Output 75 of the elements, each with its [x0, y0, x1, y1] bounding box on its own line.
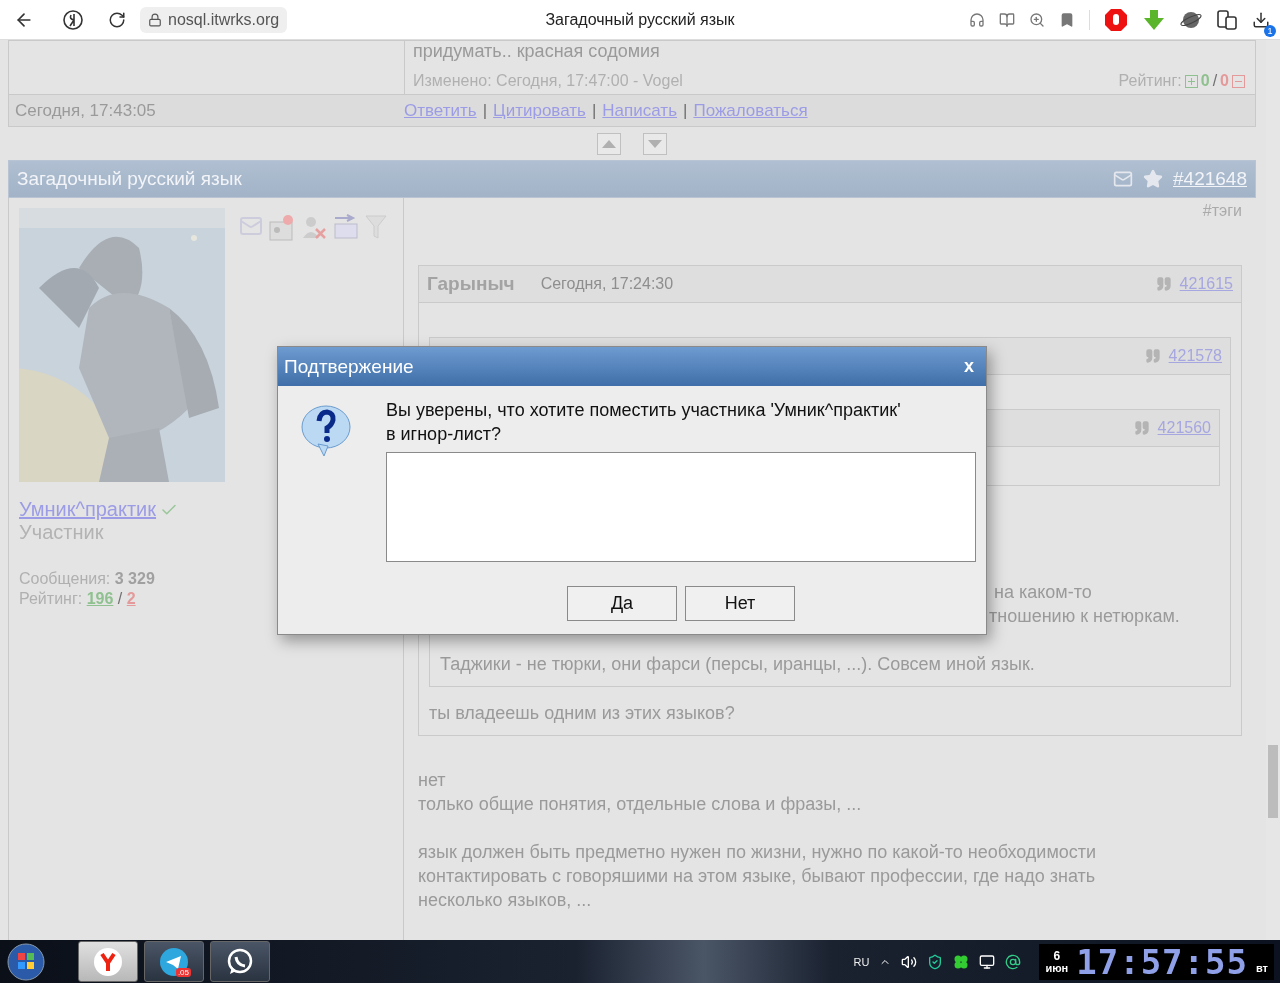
post-number-link[interactable]: #421648 — [1173, 168, 1247, 190]
app-badge: .05 — [175, 968, 191, 977]
rating-separator: / — [1212, 72, 1218, 90]
link-separator: | — [482, 100, 488, 121]
quote-link[interactable]: 421560 — [1157, 419, 1211, 437]
clover-icon[interactable] — [953, 953, 970, 970]
no-button[interactable]: Нет — [685, 586, 795, 621]
stop-sign-icon[interactable] — [1104, 7, 1128, 32]
rating-plus: 0 — [1200, 72, 1210, 90]
quote-icon — [1133, 420, 1150, 436]
taskbar-app[interactable] — [210, 941, 270, 982]
download-arrow-icon[interactable] — [1142, 7, 1166, 32]
mail-client-icon[interactable] — [1005, 953, 1022, 970]
yandex-icon[interactable] — [62, 8, 84, 31]
messages-count: 3 329 — [114, 570, 155, 587]
page-title: Загадочный русский язык — [545, 10, 735, 29]
quote-text: Таджики - не тюрки, они фарси (персы, иранцы, ...). Совсем иной язык. — [440, 653, 1036, 676]
zoom-icon[interactable] — [1029, 11, 1045, 28]
reload-icon[interactable] — [108, 10, 126, 29]
rating-minus-link[interactable]: 2 — [126, 590, 136, 607]
reader-icon[interactable] — [999, 11, 1015, 28]
star-icon[interactable] — [1143, 169, 1164, 189]
quote-text: ты владеешь одним из этих языков? — [429, 702, 736, 725]
taskbar-app[interactable]: .05 — [144, 941, 204, 982]
rating-plus-link[interactable]: 196 — [86, 590, 114, 607]
extensions-icon[interactable] — [1216, 8, 1238, 31]
quote-link[interactable]: 421578 — [1168, 347, 1222, 365]
volume-icon[interactable] — [901, 953, 918, 970]
clock-time: 17:57:55 — [1076, 941, 1248, 982]
dialog-title: Подтвержение — [284, 355, 415, 378]
headphones-icon[interactable] — [969, 11, 985, 28]
quote-link[interactable]: 421615 — [1179, 275, 1233, 293]
reply-text: нет только общие понятия, отдельные слова и фразы, ... — [418, 769, 863, 816]
url-text: nosql.itwrks.org — [168, 10, 280, 29]
shield-icon[interactable] — [927, 953, 944, 970]
question-icon — [300, 404, 352, 458]
post-title: Загадочный русский язык — [17, 168, 243, 190]
yes-button[interactable]: Да — [567, 586, 677, 621]
lock-icon — [148, 12, 162, 27]
quote-text: на каком-то — [994, 581, 1092, 604]
clock-month: июн — [1045, 961, 1069, 974]
reason-field[interactable] — [386, 452, 976, 562]
telegram-icon — [159, 946, 189, 977]
dialog-message: Вы уверены, что хотите поместить участника 'Умник^практик' в игнор-лист? — [386, 399, 902, 446]
link-separator: | — [591, 100, 597, 121]
clock-day: 6 — [1053, 949, 1061, 962]
link-separator: | — [683, 100, 688, 121]
start-button[interactable] — [6, 941, 46, 982]
username-link[interactable]: Умник^практик — [19, 498, 157, 521]
action-link[interactable]: Написать — [602, 100, 677, 121]
quote-text: тношению к нетюркам. — [989, 605, 1180, 628]
action-link[interactable]: Пожаловаться — [693, 100, 808, 121]
clock-weekday: вт — [1256, 961, 1268, 974]
post-text: придумать.. красная содомия — [413, 41, 661, 62]
quote-date: Сегодня, 17:24:30 — [540, 275, 675, 293]
network-icon[interactable] — [979, 953, 996, 970]
reply-text: язык должен быть предметно нужен по жизни, нужно по какой-то необходимости контактировать с говоряшими на этом языке, бывают профессии, где надо знать несколько языков, ... — [418, 841, 1098, 912]
rating-minus: 0 — [1220, 72, 1229, 90]
yandex-icon — [93, 946, 123, 977]
close-button[interactable]: x — [960, 356, 978, 377]
address-bar[interactable]: nosql.itwrks.org — [140, 6, 288, 33]
quote-author: Гарыныч — [427, 273, 515, 295]
tags-link[interactable]: #тэги — [1202, 202, 1242, 220]
download-icon[interactable] — [1252, 10, 1270, 29]
action-link[interactable]: Ответить — [404, 100, 477, 121]
language-indicator[interactable]: RU — [853, 955, 870, 968]
quote-icon — [1155, 276, 1172, 292]
whatsapp-icon — [225, 946, 255, 977]
taskbar-app[interactable] — [78, 941, 138, 982]
bookmark-icon[interactable] — [1059, 11, 1075, 28]
quote-icon — [1144, 348, 1161, 364]
download-badge: 1 — [1264, 24, 1276, 37]
post-date: Сегодня, 17:43:05 — [14, 100, 157, 121]
action-link[interactable]: Цитировать — [493, 100, 586, 121]
rating-separator: / — [117, 590, 123, 607]
